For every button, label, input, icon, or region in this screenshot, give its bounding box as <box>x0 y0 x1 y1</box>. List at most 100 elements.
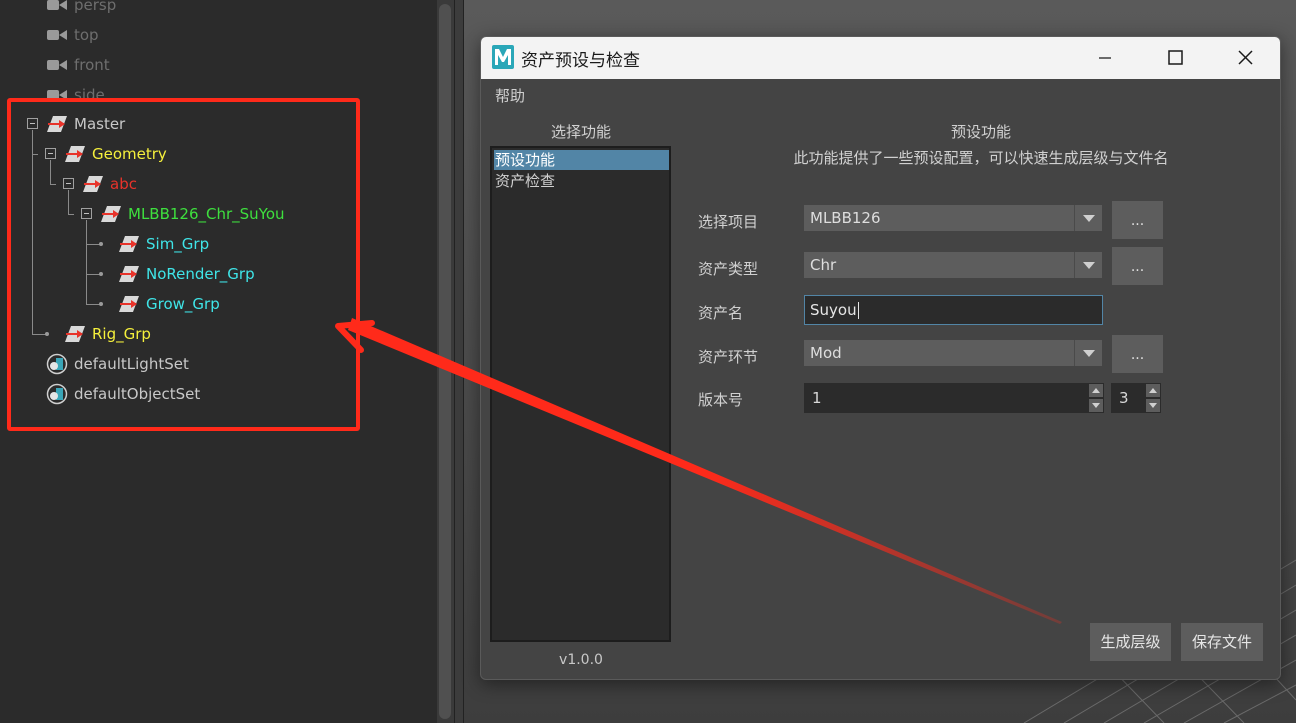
outliner-item-label: persp <box>74 0 117 14</box>
project-label: 选择项目 <box>698 213 759 231</box>
outliner-item-persp[interactable]: persp <box>45 0 245 16</box>
outliner-item-side[interactable]: side <box>45 84 245 106</box>
transform-group-icon <box>65 146 85 162</box>
tree-connector <box>50 184 56 185</box>
asset-type-label: 资产类型 <box>698 260 759 278</box>
scrollbar-thumb[interactable] <box>439 4 451 719</box>
camera-icon <box>47 0 67 10</box>
asset-type-combo[interactable]: Chr <box>804 252 1102 278</box>
tree-connector <box>68 190 69 214</box>
tree-connector <box>86 220 87 304</box>
collapse-geometry-toggle[interactable] <box>45 148 56 159</box>
maya-logo-icon <box>492 45 514 69</box>
transform-group-icon <box>47 116 67 132</box>
camera-icon <box>47 90 67 100</box>
window-titlebar[interactable]: 资产预设与检查 <box>481 37 1280 79</box>
panel-title: 预设功能 <box>950 123 1011 141</box>
version-minor-spinbox[interactable]: 3 <box>1111 383 1161 413</box>
outliner-item-norender-grp[interactable]: NoRender_Grp <box>118 263 318 285</box>
asset-stage-label: 资产环节 <box>698 348 759 366</box>
outliner-item-label: front <box>74 56 110 74</box>
outliner-item-label: top <box>74 26 99 44</box>
outliner-item-geometry[interactable]: Geometry <box>64 143 324 165</box>
project-combo-value: MLBB126 <box>810 209 881 227</box>
camera-icon <box>47 60 67 70</box>
asset-stage-browse-button[interactable]: ... <box>1112 335 1163 373</box>
spin-down-icon[interactable] <box>1146 399 1160 412</box>
version-label: v1.0.0 <box>559 652 603 668</box>
outliner-item-default-object-set[interactable]: defaultObjectSet <box>46 383 266 405</box>
outliner-item-sim-grp[interactable]: Sim_Grp <box>118 233 318 255</box>
asset-type-browse-button[interactable]: ... <box>1112 247 1163 285</box>
outliner-item-master[interactable]: Master <box>46 113 306 135</box>
outliner-item-label: abc <box>110 175 137 193</box>
outliner-item-label: defaultObjectSet <box>74 385 201 403</box>
spin-up-icon[interactable] <box>1146 384 1160 397</box>
version-number-label: 版本号 <box>698 391 744 409</box>
function-list[interactable]: 预设功能 资产检查 <box>490 146 671 642</box>
camera-icon <box>47 30 67 40</box>
outliner-item-label: side <box>74 86 105 104</box>
outliner-item-rig-grp[interactable]: Rig_Grp <box>64 323 264 345</box>
close-icon[interactable] <box>1210 37 1280 79</box>
leaf-dot <box>99 302 103 306</box>
tree-connector <box>86 304 100 305</box>
generate-hierarchy-button[interactable]: 生成层级 <box>1090 623 1171 661</box>
outliner-item-label: Geometry <box>92 145 167 163</box>
outliner-item-abc[interactable]: abc <box>82 173 342 195</box>
leaf-dot <box>45 332 49 336</box>
outliner-item-grow-grp[interactable]: Grow_Grp <box>118 293 318 315</box>
spin-down-icon[interactable] <box>1089 399 1103 412</box>
panel-splitter[interactable] <box>454 0 464 723</box>
object-set-icon <box>46 383 68 405</box>
outliner-item-mlbb126-chr-suyou[interactable]: MLBB126_Chr_SuYou <box>100 203 360 225</box>
outliner-item-label: MLBB126_Chr_SuYou <box>128 205 285 223</box>
transform-group-icon <box>119 236 139 252</box>
collapse-mlbb126-toggle[interactable] <box>81 208 92 219</box>
outliner-item-top[interactable]: top <box>45 24 245 46</box>
outliner-item-default-light-set[interactable]: defaultLightSet <box>46 353 266 375</box>
tree-connector <box>86 274 100 275</box>
outliner-item-front[interactable]: front <box>45 54 245 76</box>
tree-connector <box>68 214 74 215</box>
tree-connector <box>50 160 51 184</box>
tree-connector <box>32 130 33 334</box>
version-major-spinbox[interactable]: 1 <box>804 383 1104 413</box>
project-combo[interactable]: MLBB126 <box>804 205 1102 231</box>
asset-type-combo-value: Chr <box>810 256 837 274</box>
outliner-scrollbar[interactable] <box>437 0 454 723</box>
asset-stage-combo[interactable]: Mod <box>804 340 1102 366</box>
leaf-dot <box>99 242 103 246</box>
project-browse-button[interactable]: ... <box>1112 201 1163 239</box>
minimize-icon[interactable] <box>1070 37 1140 79</box>
function-item-asset-check[interactable]: 资产检查 <box>494 171 669 191</box>
transform-group-icon <box>101 206 121 222</box>
collapse-abc-toggle[interactable] <box>63 178 74 189</box>
chevron-down-icon[interactable] <box>1074 340 1102 366</box>
text-caret <box>857 302 859 319</box>
maximize-icon[interactable] <box>1140 37 1210 79</box>
collapse-master-toggle[interactable] <box>27 118 38 129</box>
asset-stage-combo-value: Mod <box>810 344 842 362</box>
version-minor-value: 3 <box>1119 389 1129 407</box>
leaf-dot <box>99 272 103 276</box>
chevron-down-icon[interactable] <box>1074 252 1102 278</box>
asset-name-label: 资产名 <box>698 304 744 322</box>
transform-group-icon <box>119 296 139 312</box>
window-title: 资产预设与检查 <box>521 51 640 71</box>
outliner-item-label: Sim_Grp <box>146 235 210 253</box>
menu-help[interactable]: 帮助 <box>495 85 525 106</box>
save-file-button[interactable]: 保存文件 <box>1181 623 1263 661</box>
function-list-title: 选择功能 <box>550 123 611 141</box>
transform-group-icon <box>119 266 139 282</box>
function-item-preset[interactable]: 预设功能 <box>494 150 669 170</box>
object-set-icon <box>46 353 68 375</box>
transform-group-icon <box>83 176 103 192</box>
version-major-value: 1 <box>812 389 822 407</box>
chevron-down-icon[interactable] <box>1074 205 1102 231</box>
asset-name-input[interactable]: Suyou <box>804 295 1103 325</box>
spin-up-icon[interactable] <box>1089 384 1103 397</box>
outliner-item-label: Grow_Grp <box>146 295 220 313</box>
tree-connector <box>32 154 38 155</box>
outliner-item-label: Rig_Grp <box>92 325 151 343</box>
